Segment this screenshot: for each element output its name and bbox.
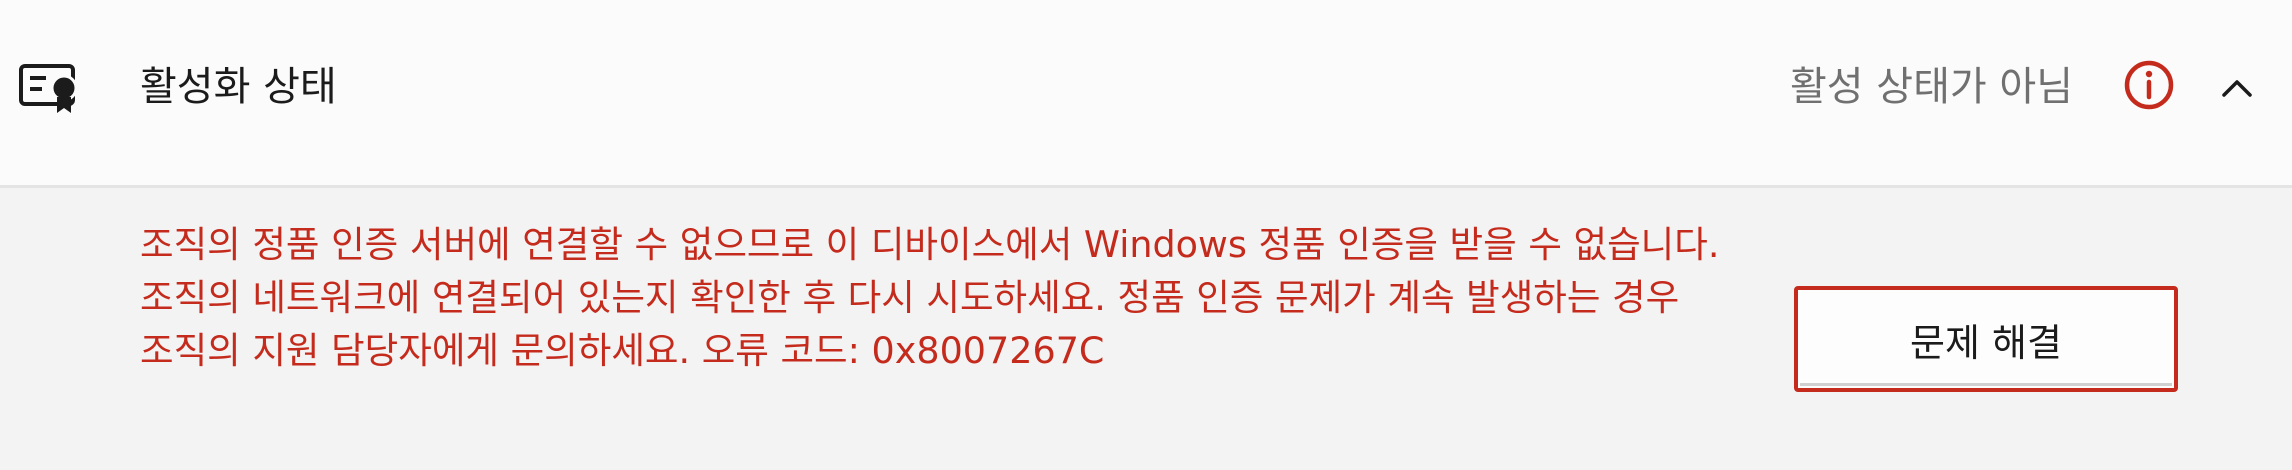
activation-header[interactable]: 활성화 상태 활성 상태가 아님 bbox=[0, 0, 2292, 188]
troubleshoot-button[interactable]: 문제 해결 bbox=[1794, 286, 2178, 392]
activation-panel: 활성화 상태 활성 상태가 아님 조직의 정품 인증 서버에 연결할 수 없으므… bbox=[0, 0, 2292, 470]
activation-title: 활성화 상태 bbox=[140, 64, 337, 110]
info-icon bbox=[2124, 60, 2174, 110]
activation-details: 조직의 정품 인증 서버에 연결할 수 없으므로 이 디바이스에서 Window… bbox=[0, 188, 2292, 470]
collapse-button[interactable] bbox=[2210, 62, 2264, 116]
activation-status: 활성 상태가 아님 bbox=[1789, 64, 2073, 110]
certificate-icon bbox=[19, 64, 78, 113]
error-message: 조직의 정품 인증 서버에 연결할 수 없으므로 이 디바이스에서 Window… bbox=[140, 223, 1720, 372]
chevron-up-icon bbox=[2222, 80, 2252, 97]
